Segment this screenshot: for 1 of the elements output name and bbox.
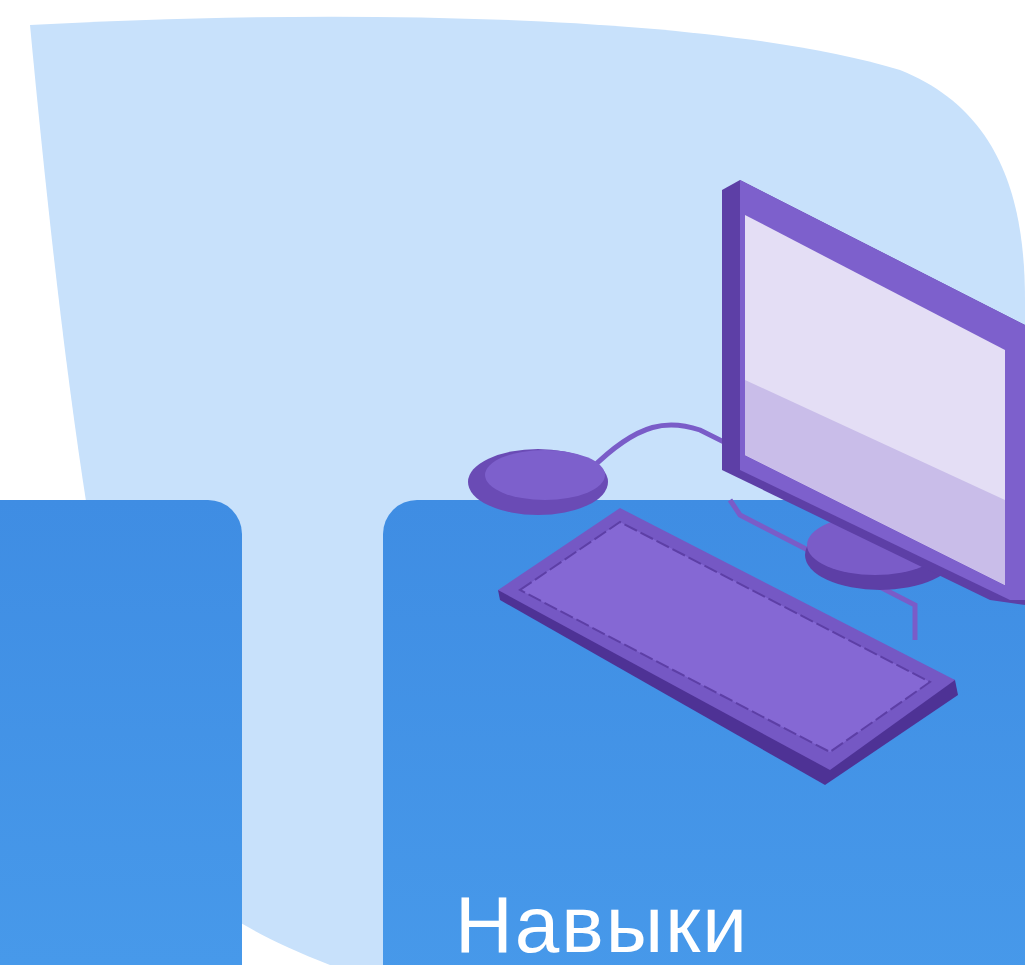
card-title: Навыки <box>455 885 750 965</box>
